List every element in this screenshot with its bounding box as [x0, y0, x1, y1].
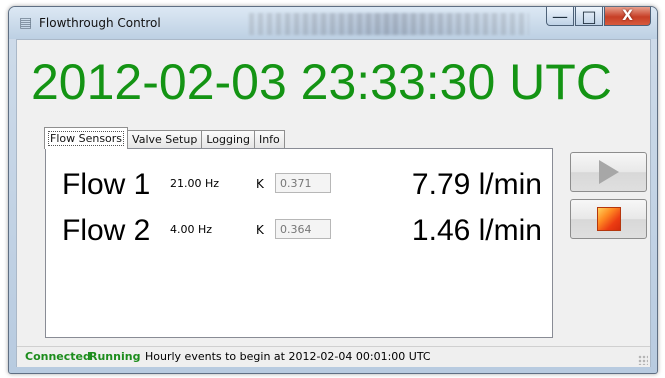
flow-rate: 1.46 l/min — [411, 214, 542, 247]
tab-flow-sensors[interactable]: Flow Sensors — [44, 127, 129, 149]
stop-button[interactable] — [570, 199, 647, 239]
status-bar: Connected Running Hourly events to begin… — [17, 346, 650, 367]
app-window-icon: ▤ — [19, 15, 33, 31]
status-message: Hourly events to begin at 2012-02-04 00:… — [145, 350, 431, 363]
flow-name: Flow 1 — [62, 168, 151, 201]
utc-clock: 2012-02-03 23:33:30 UTC — [31, 54, 612, 110]
k-label: K — [256, 177, 264, 191]
title-bar[interactable]: ▤ Flowthrough Control — □ X — [9, 7, 657, 39]
tab-info[interactable]: Info — [253, 130, 285, 149]
running-status: Running — [89, 350, 141, 363]
minimize-button[interactable]: — — [546, 7, 574, 26]
client-area: 2012-02-03 23:33:30 UTC Flow Sensors Val… — [16, 39, 651, 367]
tab-logging[interactable]: Logging — [201, 130, 255, 149]
flow-rate: 7.79 l/min — [411, 168, 542, 201]
flow-row: Flow 2 4.00 Hz K 1.46 l/min — [46, 213, 552, 249]
tab-valve-setup[interactable]: Valve Setup — [127, 130, 203, 149]
flow-sensors-panel: Flow 1 21.00 Hz K 7.79 l/min Flow 2 4.00… — [45, 148, 553, 338]
maximize-button[interactable]: □ — [575, 7, 603, 26]
tab-label: Flow Sensors — [48, 131, 125, 146]
k-factor-input[interactable] — [275, 219, 331, 239]
application-window: ▤ Flowthrough Control — □ X 2012-02-03 2… — [8, 6, 658, 374]
close-button[interactable]: X — [604, 7, 651, 26]
play-icon — [598, 160, 619, 184]
flow-name: Flow 2 — [62, 214, 151, 247]
start-button[interactable] — [570, 152, 647, 192]
flow-row: Flow 1 21.00 Hz K 7.79 l/min — [46, 167, 552, 203]
tab-strip: Flow Sensors Valve Setup Logging Info — [44, 127, 285, 149]
k-label: K — [256, 223, 264, 237]
k-factor-input[interactable] — [275, 173, 331, 193]
resize-grip-icon[interactable] — [638, 355, 648, 365]
background-blur — [249, 13, 529, 35]
flow-frequency: 4.00 Hz — [170, 223, 213, 236]
flow-frequency: 21.00 Hz — [170, 177, 220, 190]
stop-icon — [596, 207, 621, 231]
window-title: Flowthrough Control — [39, 16, 161, 30]
connection-status: Connected — [25, 350, 91, 363]
window-controls: — □ X — [546, 7, 651, 29]
